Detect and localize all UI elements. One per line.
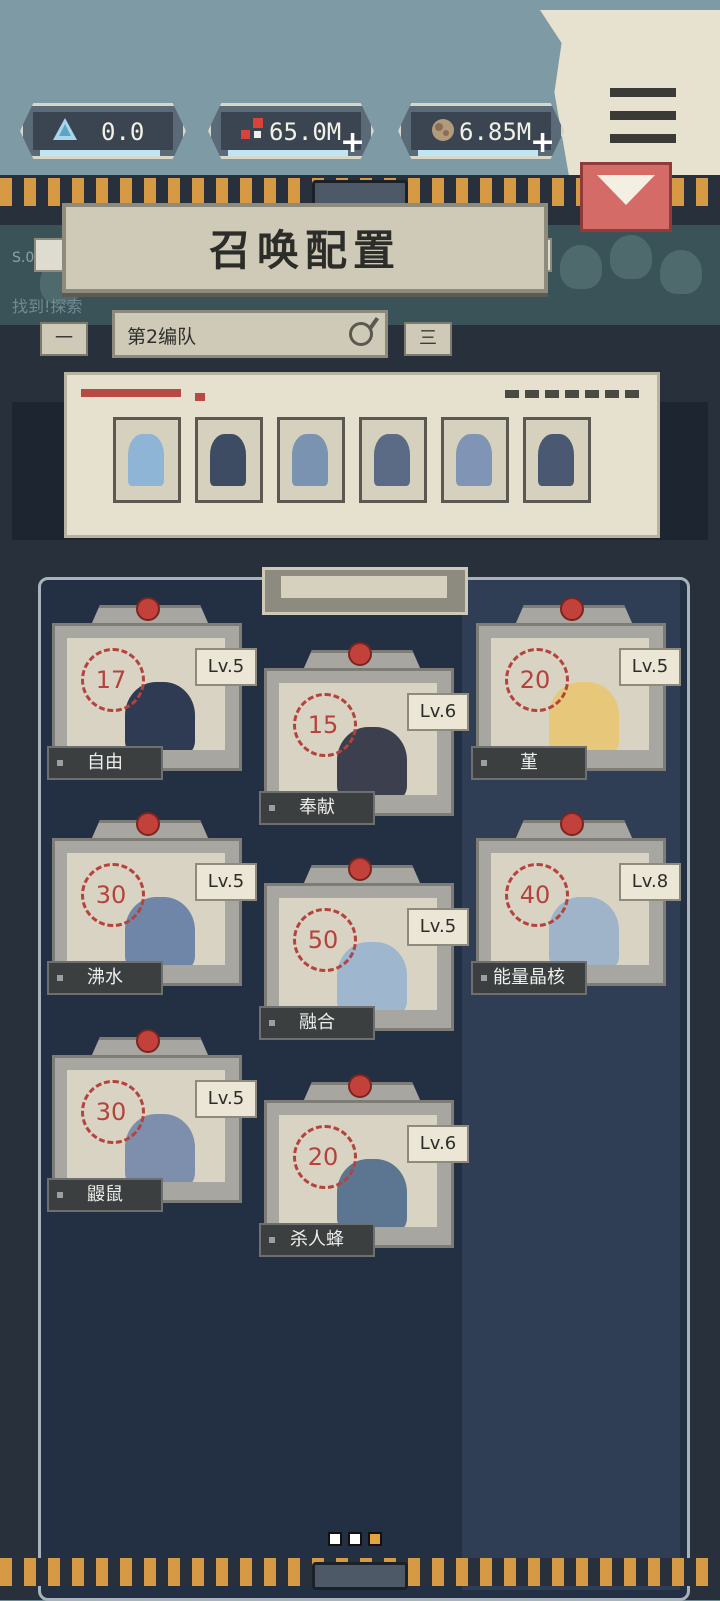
pin-icon <box>348 1074 372 1098</box>
unit-name: 融合 <box>259 1006 375 1040</box>
team-slot[interactable] <box>359 417 427 503</box>
pin-icon <box>136 812 160 836</box>
cost-value: 15 <box>307 711 339 739</box>
crystal-glow <box>40 150 160 156</box>
unit-portrait <box>292 434 328 486</box>
gems-value: 65.0M <box>269 118 342 146</box>
crystal-value: 0.0 <box>101 118 145 146</box>
page-indicator <box>328 1531 388 1546</box>
deck-tab <box>262 567 468 615</box>
pin-icon <box>348 857 372 881</box>
collapse-button[interactable] <box>580 162 672 232</box>
menu-icon[interactable] <box>610 88 676 144</box>
prev-team-button[interactable]: 一 <box>40 322 88 356</box>
summon-card[interactable]: 30 Lv.5 沸水 <box>47 812 257 995</box>
summon-card[interactable]: 30 Lv.5 鼹鼠 <box>47 1029 257 1212</box>
team-name-field[interactable]: 第2编队 <box>112 310 388 358</box>
unit-portrait <box>456 434 492 486</box>
pin-icon <box>560 597 584 621</box>
summon-card[interactable]: 20 Lv.5 堇 <box>471 597 681 780</box>
cost-value: 17 <box>95 666 127 694</box>
ore-rock-icon <box>432 119 454 141</box>
summon-card[interactable]: 20 Lv.6 杀人蜂 <box>259 1074 469 1257</box>
unit-name: 沸水 <box>47 961 163 995</box>
summon-card[interactable]: 50 Lv.5 融合 <box>259 857 469 1040</box>
faint-text-2: 找到!探索 <box>12 297 83 316</box>
pin-icon <box>136 597 160 621</box>
cost-value: 30 <box>95 881 127 909</box>
faint-text-1: S.0 <box>12 250 35 266</box>
unit-portrait <box>128 434 164 486</box>
summon-card[interactable]: 17 Lv.5 自由 <box>47 597 257 780</box>
level-badge: Lv.5 <box>195 1080 257 1118</box>
level-badge: Lv.5 <box>195 863 257 901</box>
page-title: 召唤配置 <box>208 226 401 275</box>
unit-name: 自由 <box>47 746 163 780</box>
unit-name: 奉献 <box>259 791 375 825</box>
level-badge: Lv.5 <box>407 908 469 946</box>
page-dot[interactable] <box>348 1532 362 1546</box>
page-dot[interactable] <box>328 1532 342 1546</box>
team-slot[interactable] <box>523 417 591 503</box>
pin-icon <box>348 642 372 666</box>
red-gems-icon <box>241 118 263 139</box>
team-name: 第2编队 <box>127 326 197 348</box>
pin-icon <box>560 812 584 836</box>
level-badge: Lv.5 <box>195 648 257 686</box>
next-team-button[interactable]: 三 <box>404 322 452 356</box>
bottom-handle <box>312 1562 408 1590</box>
level-badge: Lv.6 <box>407 1125 469 1163</box>
level-badge: Lv.8 <box>619 863 681 901</box>
page-dot[interactable] <box>368 1532 382 1546</box>
team-lineup <box>64 372 660 538</box>
level-badge: Lv.5 <box>619 648 681 686</box>
unit-portrait <box>374 434 410 486</box>
team-slot[interactable] <box>441 417 509 503</box>
team-slot[interactable] <box>113 417 181 503</box>
team-slot[interactable] <box>277 417 345 503</box>
summon-card[interactable]: 15 Lv.6 奉献 <box>259 642 469 825</box>
cost-value: 50 <box>307 926 339 954</box>
unit-name: 鼹鼠 <box>47 1178 163 1212</box>
cost-value: 20 <box>307 1143 339 1171</box>
title-banner: 召唤配置 <box>62 203 548 293</box>
team-slot[interactable] <box>195 417 263 503</box>
cost-value: 30 <box>95 1098 127 1126</box>
pin-icon <box>136 1029 160 1053</box>
unit-name: 堇 <box>471 746 587 780</box>
banner-tab-left <box>34 238 64 272</box>
level-badge: Lv.6 <box>407 693 469 731</box>
gems-glow <box>228 150 348 156</box>
chevron-down-icon <box>597 175 655 205</box>
unit-portrait <box>210 434 246 486</box>
unit-portrait <box>538 434 574 486</box>
cost-value: 40 <box>519 881 551 909</box>
summon-card[interactable]: 40 Lv.8 能量晶核 <box>471 812 681 995</box>
cost-value: 20 <box>519 666 551 694</box>
ore-value: 6.85M <box>459 118 532 146</box>
unit-name: 杀人蜂 <box>259 1223 375 1257</box>
ore-glow <box>418 150 538 156</box>
edit-icon[interactable] <box>349 322 373 346</box>
unit-name: 能量晶核 <box>471 961 587 995</box>
triangle-crystal-icon <box>53 118 77 140</box>
